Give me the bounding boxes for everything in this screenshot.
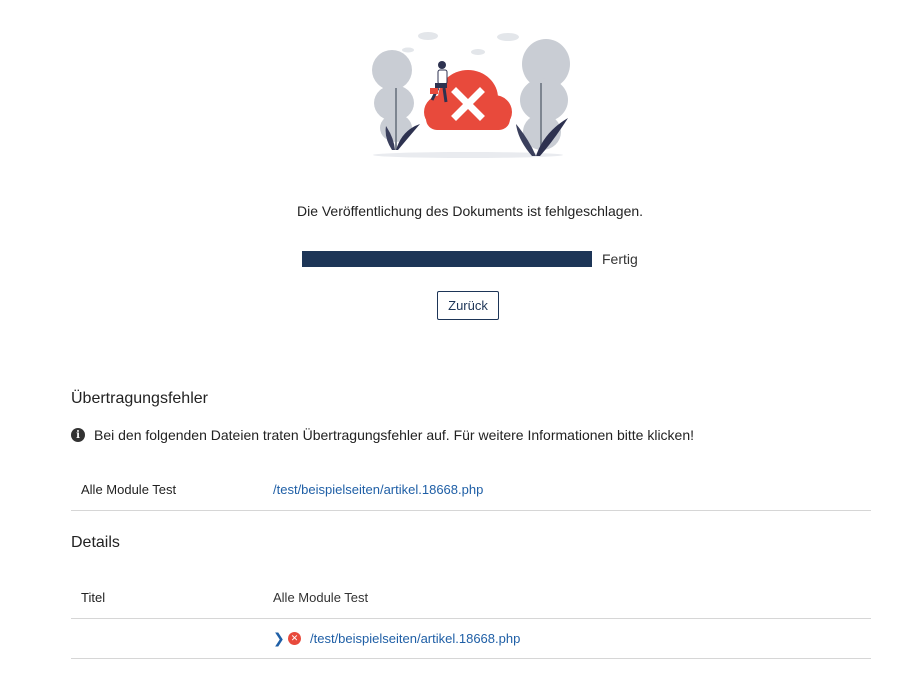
details-file-line[interactable]: ❯ ✕ /test/beispielseiten/artikel.18668.p…	[273, 630, 520, 647]
transfer-errors-info: i Bei den folgenden Dateien traten Übert…	[71, 427, 694, 443]
status-message: Die Veröffentlichung des Dokuments ist f…	[296, 203, 644, 219]
error-circle-icon: ✕	[288, 632, 301, 645]
error-cloud-illustration	[368, 28, 574, 163]
progress-bar	[302, 251, 592, 267]
details-title-value: Alle Module Test	[273, 590, 369, 605]
transfer-error-row[interactable]: Alle Module Test /test/beispielseiten/ar…	[71, 470, 871, 511]
details-file-row[interactable]: ❯ ✕ /test/beispielseiten/artikel.18668.p…	[71, 618, 871, 659]
info-icon: i	[71, 428, 85, 442]
transfer-error-path-link[interactable]: /test/beispielseiten/artikel.18668.php	[273, 482, 483, 497]
chevron-right-icon[interactable]: ❯	[273, 630, 285, 647]
transfer-errors-heading: Übertragungsfehler	[71, 390, 208, 407]
details-title-label: Titel	[81, 590, 106, 605]
details-heading: Details	[71, 534, 120, 551]
transfer-error-row-path[interactable]: /test/beispielseiten/artikel.18668.php	[273, 482, 483, 497]
transfer-error-row-name: Alle Module Test	[81, 482, 177, 497]
transfer-errors-info-text: Bei den folgenden Dateien traten Übertra…	[94, 427, 695, 443]
progress-row: Fertig	[302, 251, 638, 267]
progress-label: Fertig	[602, 251, 638, 267]
progress-bar-fill	[302, 251, 592, 267]
details-title-row: Titel Alle Module Test	[71, 578, 871, 619]
details-file-link[interactable]: /test/beispielseiten/artikel.18668.php	[310, 631, 520, 646]
back-button[interactable]: Zurück	[437, 291, 499, 320]
